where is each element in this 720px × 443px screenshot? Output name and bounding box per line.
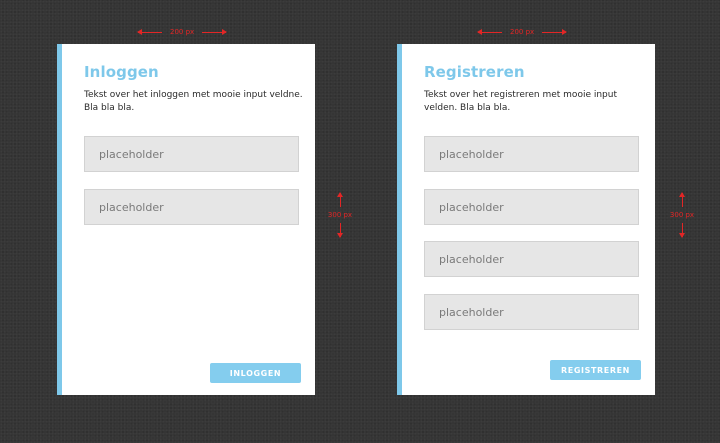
arrow-down-icon	[678, 223, 685, 238]
register-input-2[interactable]	[424, 189, 639, 225]
width-label: 200 px	[510, 28, 535, 36]
register-input-3[interactable]	[424, 241, 639, 277]
register-input-1[interactable]	[424, 136, 639, 172]
register-title: Registreren	[424, 63, 525, 81]
height-annotation-login: 300 px	[325, 192, 355, 238]
card-accent-bar	[397, 44, 402, 395]
login-button[interactable]: INLOGGEN	[210, 363, 301, 383]
register-button[interactable]: REGISTREREN	[550, 360, 641, 380]
login-description: Tekst over het inloggen met mooie input …	[84, 90, 303, 113]
login-card: Inloggen Tekst over het inloggen met moo…	[57, 44, 315, 395]
arrow-right-icon	[542, 28, 568, 35]
width-annotation-register: 200 px	[477, 25, 568, 39]
arrow-right-icon	[202, 28, 228, 35]
arrow-down-icon	[336, 223, 343, 238]
arrow-up-icon	[336, 192, 343, 207]
arrow-left-icon	[137, 28, 162, 35]
register-description: Tekst over het registreren met mooie inp…	[424, 90, 617, 113]
arrow-up-icon	[678, 192, 685, 207]
arrow-left-icon	[477, 28, 502, 35]
login-input-2[interactable]	[84, 189, 299, 225]
height-annotation-register: 300 px	[667, 192, 697, 238]
card-accent-bar	[57, 44, 62, 395]
height-label: 300 px	[669, 211, 695, 219]
height-label: 300 px	[327, 211, 353, 219]
login-title: Inloggen	[84, 63, 159, 81]
register-input-4[interactable]	[424, 294, 639, 330]
register-card: Registreren Tekst over het registreren m…	[397, 44, 655, 395]
width-annotation-login: 200 px	[137, 25, 228, 39]
login-input-1[interactable]	[84, 136, 299, 172]
width-label: 200 px	[170, 28, 195, 36]
